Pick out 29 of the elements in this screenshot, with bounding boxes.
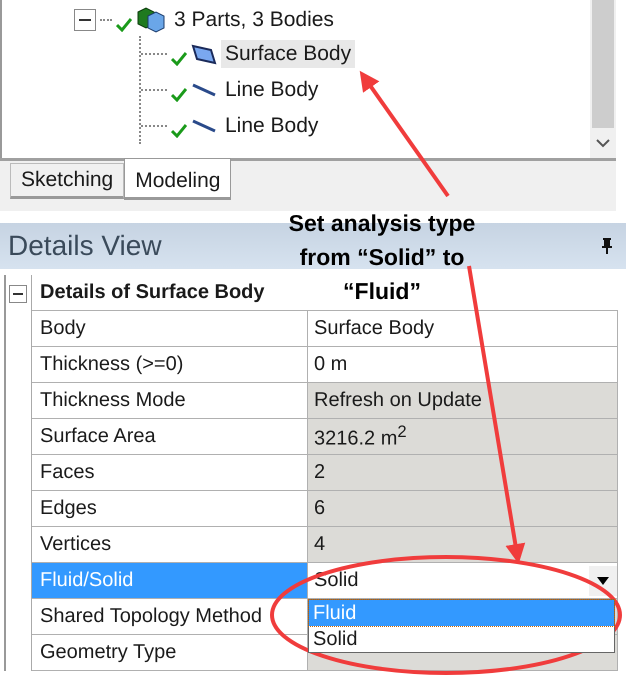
property-value: 6: [314, 497, 326, 520]
property-value: 2: [314, 461, 326, 484]
property-value: 4: [314, 533, 326, 556]
property-value: Refresh on Update: [314, 389, 482, 412]
property-label[interactable]: Body: [32, 311, 308, 347]
property-label[interactable]: Shared Topology Method: [32, 599, 308, 635]
surface-body-icon: [191, 43, 217, 65]
line-body-icon: [191, 119, 217, 133]
property-label[interactable]: Thickness (>=0): [32, 347, 308, 383]
pin-icon[interactable]: [600, 237, 614, 255]
scroll-down-icon[interactable]: [596, 138, 610, 148]
property-value: 0 m: [314, 353, 348, 376]
tree-item[interactable]: Line Body: [221, 112, 322, 140]
tab[interactable]: Sketching: [10, 163, 124, 199]
property-label[interactable]: Geometry Type: [32, 635, 308, 671]
tree-item[interactable]: 3 Parts, 3 Bodies: [170, 6, 338, 34]
property-value: Surface Body: [314, 317, 434, 340]
tab[interactable]: Modeling: [124, 158, 232, 200]
property-value: 3216.2 m$^{2}$: [314, 422, 407, 451]
collapse-toggle[interactable]: [9, 285, 27, 303]
line-body-icon: [191, 83, 217, 97]
tree-item[interactable]: Surface Body: [221, 40, 356, 68]
parts-icon: [136, 6, 166, 34]
scrollbar[interactable]: [590, 0, 616, 158]
annotation-text: Set analysis type from “Solid” to “Fluid”: [288, 209, 476, 306]
dropdown-option[interactable]: Solid: [309, 626, 614, 652]
panel-title: Details View: [8, 230, 162, 262]
tree-item[interactable]: Line Body: [221, 76, 322, 104]
collapse-toggle[interactable]: [74, 9, 96, 31]
